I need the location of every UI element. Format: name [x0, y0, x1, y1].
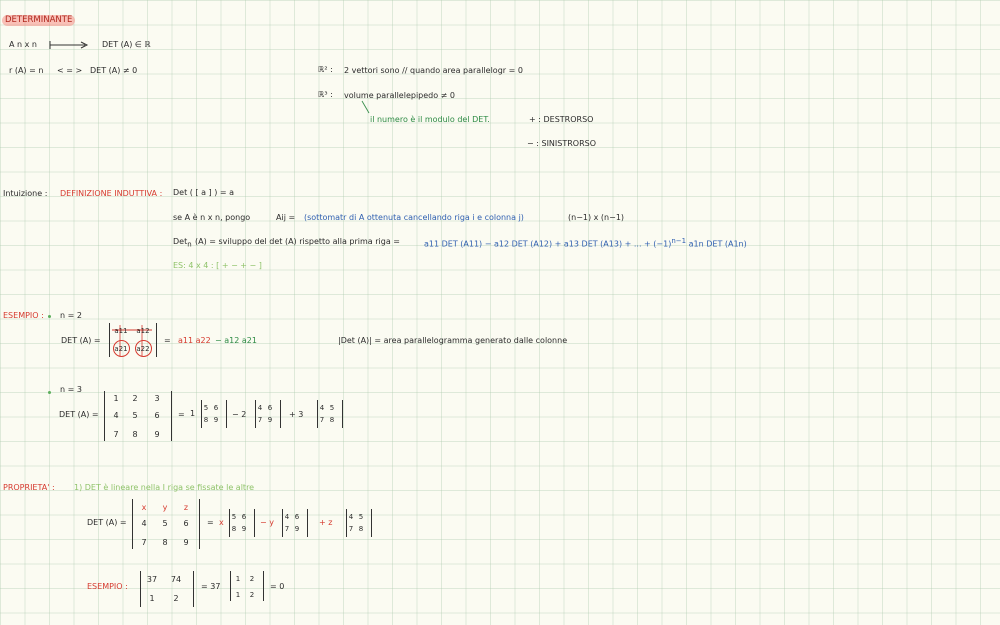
m2-a21: a21	[114, 345, 128, 353]
minor-cell: 5	[329, 404, 335, 412]
m3-cell: 9	[154, 430, 160, 439]
equals-prop: =	[207, 518, 214, 527]
m3-cell: 7	[113, 430, 119, 439]
example-result: = 0	[270, 582, 285, 591]
m3p-cell: y	[162, 503, 168, 512]
example-cell: 1	[149, 594, 155, 603]
minor-cell: 6	[267, 404, 273, 412]
equals-3x3: =	[178, 410, 185, 419]
example-minor-cell: 2	[249, 591, 255, 599]
bullet-n3	[48, 391, 51, 394]
m2-a11: a11	[114, 327, 128, 335]
minor-cell: 5	[358, 513, 364, 521]
formula-main-diag: a11 a22	[178, 336, 211, 345]
det-a-label-3x3: DET (A) =	[59, 410, 99, 419]
example-cell: 2	[173, 594, 179, 603]
minor-cell: 8	[329, 416, 335, 424]
m3-cell: 1	[113, 394, 119, 403]
minor-cell: 6	[213, 404, 219, 412]
example-factor: = 37	[201, 582, 221, 591]
formula-anti-diag: − a12 a21	[215, 336, 257, 345]
minor-cell: 9	[213, 416, 219, 424]
property-1-text: 1) DET è lineare nella I riga se fissate…	[74, 483, 255, 492]
minor-cell: 6	[241, 513, 247, 521]
cofactor-coef-3: + 3	[289, 410, 304, 419]
m3p-cell: 4	[141, 519, 147, 528]
m3p-cell: 6	[183, 519, 189, 528]
cofactor-coef-1: 1	[190, 409, 196, 418]
minor-cell: 9	[294, 525, 300, 533]
minor-cell: 8	[358, 525, 364, 533]
minor-cell: 9	[267, 416, 273, 424]
n3-label: n = 3	[60, 385, 82, 394]
m3p-cell: z	[183, 503, 189, 512]
m3p-cell: 8	[162, 538, 168, 547]
coef-x: x	[219, 518, 224, 527]
m3p-cell: 5	[162, 519, 168, 528]
m2-a22: a22	[136, 345, 150, 353]
m2-a12: a12	[136, 327, 150, 335]
coef-y-text: − y	[260, 518, 274, 527]
m3p-cell: 9	[183, 538, 189, 547]
minor-cell: 6	[294, 513, 300, 521]
property-example-label: ESEMPIO :	[87, 582, 128, 591]
equals-2x2: =	[164, 336, 171, 345]
example-minor-cell: 2	[249, 575, 255, 583]
area-note: |Det (A)| = area parallelogramma generat…	[338, 336, 568, 345]
m3-cell: 2	[132, 394, 138, 403]
properties-label: PROPRIETA' :	[3, 483, 55, 492]
property-1: 1) DET è lineare nella I riga se fissate…	[74, 484, 256, 492]
coef-z: + z	[319, 519, 332, 527]
cofactor-coef-2: − 2	[232, 410, 247, 419]
det-a-label-prop: DET (A) =	[87, 518, 127, 527]
coef-y: − y	[260, 519, 274, 527]
m3p-cell: x	[141, 503, 147, 512]
m3-cell: 8	[132, 430, 138, 439]
minor-cell: 9	[241, 525, 247, 533]
example-cell: 74	[170, 575, 182, 584]
example-cell: 37	[146, 575, 158, 584]
m3-cell: 5	[132, 411, 138, 420]
m3-cell: 3	[154, 394, 160, 403]
m3-cell: 6	[154, 411, 160, 420]
m3p-cell: 7	[141, 538, 147, 547]
coef-z-text: + z	[319, 518, 333, 527]
m3-cell: 4	[113, 411, 119, 420]
